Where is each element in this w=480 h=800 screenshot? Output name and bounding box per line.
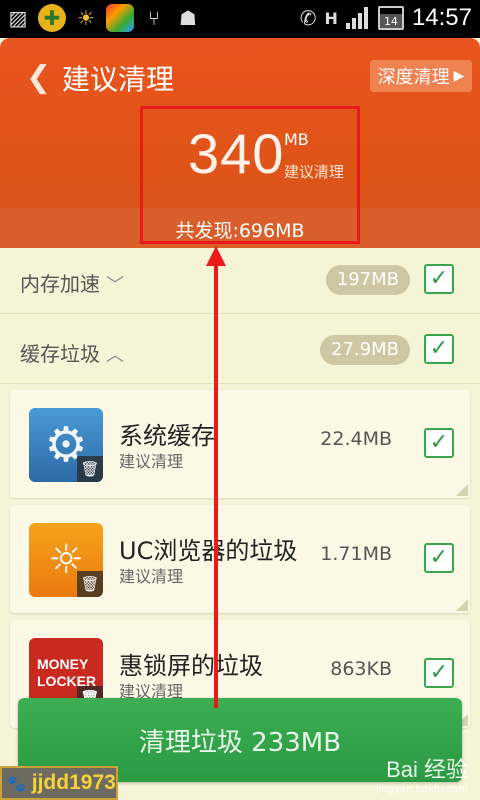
section-memory-boost[interactable]: 内存加速 ﹀ 197MB ✓ <box>0 248 480 314</box>
battery-level: 14 <box>383 15 398 28</box>
item-checkbox[interactable]: ✓ <box>424 428 454 458</box>
android-icon: ☗ <box>179 6 197 30</box>
usb-icon: ⑂ <box>148 6 160 30</box>
item-subtitle: 建议清理 <box>119 452 184 471</box>
weather-icon: ☀ <box>77 6 95 30</box>
back-arrow-icon[interactable]: ❮ <box>26 60 51 95</box>
signal-icon <box>345 7 368 29</box>
trash-icon: 🗑 <box>77 571 103 597</box>
section-checkbox[interactable]: ✓ <box>424 264 454 294</box>
section-cache-junk[interactable]: 缓存垃圾 ︿ 27.9MB ✓ <box>0 318 480 384</box>
deep-clean-button[interactable]: 深度清理 ▶ <box>370 60 472 92</box>
item-subtitle: 建议清理 <box>119 567 184 586</box>
watermark-brand: Bai 经验 <box>386 757 468 782</box>
phone-icon: ✆ <box>299 6 317 30</box>
section-size-badge: 197MB <box>325 265 410 295</box>
list-item[interactable]: ☼ 🗑 UC浏览器的垃圾 建议清理 1.71MB ✓ <box>10 505 470 613</box>
trash-icon: 🗑 <box>77 456 103 482</box>
page-title: 建议清理 <box>62 63 175 96</box>
highlight-box <box>140 106 360 244</box>
section-size-badge: 27.9MB <box>320 335 410 365</box>
item-size: 22.4MB <box>320 428 392 450</box>
section-label: 内存加速 <box>20 272 100 296</box>
item-checkbox[interactable]: ✓ <box>424 658 454 688</box>
section-label: 缓存垃圾 <box>20 342 100 366</box>
chevron-up-icon: ︿ <box>106 345 124 366</box>
plus-circle-icon: ✚ <box>38 4 66 32</box>
section-label-wrap: 内存加速 ﹀ <box>20 268 124 297</box>
network-h-icon: H <box>324 8 338 28</box>
chevron-right-icon: ▶ <box>453 68 465 84</box>
clock: 14:57 <box>411 4 472 31</box>
item-size: 1.71MB <box>320 543 392 565</box>
paw-icon: 🐾 <box>6 776 26 793</box>
notification-icons: ▨ ✚ ☀ ⑂ ☗ <box>4 4 202 32</box>
item-title: 系统缓存 <box>119 422 215 450</box>
item-checkbox[interactable]: ✓ <box>424 543 454 573</box>
uc-browser-icon: ☼ 🗑 <box>29 523 103 597</box>
item-title: 惠锁屏的垃圾 <box>119 652 263 680</box>
photo-icon: ▨ <box>8 6 28 30</box>
watermark-url: jingyan.baidu.com <box>375 784 468 795</box>
status-right: ✆ H 14 14:57 <box>300 4 472 32</box>
section-label-wrap: 缓存垃圾 ︿ <box>20 338 124 367</box>
user-watermark: 🐾 jjdd1973 <box>0 766 118 800</box>
money-locker-logo-text: MONEY LOCKER <box>37 656 97 689</box>
item-size: 863KB <box>330 658 392 680</box>
status-bar: ▨ ✚ ☀ ⑂ ☗ ✆ H 14 14:57 <box>0 0 480 38</box>
baidu-watermark: Bai 经验 jingyan.baidu.com <box>376 752 468 795</box>
list-item[interactable]: ⚙ 🗑 系统缓存 建议清理 22.4MB ✓ <box>10 390 470 498</box>
section-checkbox[interactable]: ✓ <box>424 334 454 364</box>
app-store-icon <box>106 4 134 32</box>
item-title: UC浏览器的垃圾 <box>119 537 298 565</box>
gear-icon: ⚙ 🗑 <box>29 408 103 482</box>
battery-icon: 14 <box>377 6 404 30</box>
deep-clean-label: 深度清理 <box>377 67 450 88</box>
watermark-user: jjdd1973 <box>31 771 116 794</box>
chevron-down-icon: ﹀ <box>106 275 124 296</box>
